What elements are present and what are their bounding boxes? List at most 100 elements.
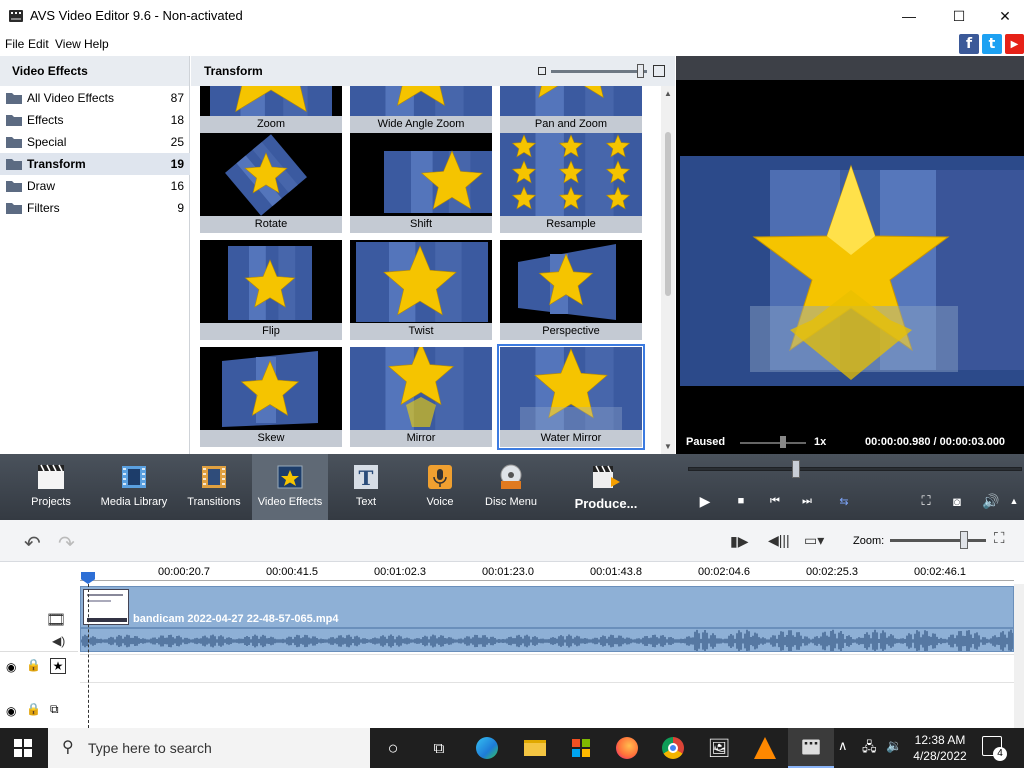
firefox-icon[interactable] — [604, 728, 650, 768]
timeline-zoom-handle[interactable] — [960, 531, 968, 549]
toolbar-disc-menu-button[interactable]: Disc Menu — [476, 454, 546, 520]
storyboard-toggle-icon[interactable]: ▮▶ — [730, 533, 748, 550]
menu-help[interactable]: Help — [84, 37, 109, 51]
category-draw[interactable]: Draw 16 — [0, 175, 190, 197]
effect-tile-wide-angle-zoom[interactable]: Wide Angle Zoom — [350, 86, 492, 133]
audio-waveform[interactable] — [80, 628, 1014, 652]
youtube-icon[interactable]: ▶ — [1005, 34, 1024, 54]
notification-center-icon[interactable]: 4 — [982, 736, 1007, 761]
effect-tile-mirror[interactable]: Mirror — [350, 347, 492, 447]
overlay-track-header: ◉ 🔒 ⧉ — [0, 698, 78, 726]
next-frame-icon[interactable]: ⏭ — [796, 490, 818, 512]
timeline-ruler[interactable]: 00:00:20.7 00:00:41.5 00:01:02.3 00:01:23.0… — [0, 562, 1024, 584]
system-clock[interactable]: 12:38 AM 4/28/2022 — [910, 732, 970, 764]
redo-icon[interactable]: ↷ — [58, 531, 75, 556]
large-thumbnails-icon[interactable] — [653, 65, 665, 77]
gallery-scrollbar[interactable]: ▲ ▼ — [661, 86, 675, 454]
toolbar-video-effects-button[interactable]: Video Effects — [252, 454, 328, 520]
toolbar-projects-button[interactable]: Projects — [12, 454, 90, 520]
loop-icon[interactable]: ⇆ — [833, 490, 855, 512]
vlc-icon[interactable] — [742, 728, 788, 768]
previous-frame-icon[interactable]: ⏮ — [764, 490, 786, 512]
seek-bar-handle[interactable] — [792, 460, 800, 478]
volume-expand-icon[interactable]: ▲ — [1006, 490, 1022, 512]
star-icon — [277, 465, 303, 489]
ruler-tick-label: 00:02:46.1 — [914, 566, 966, 578]
thumbnail-size-slider[interactable] — [551, 70, 647, 73]
effect-tile-label: Zoom — [200, 116, 342, 133]
fullscreen-icon[interactable]: ⛶ — [915, 490, 937, 512]
facebook-icon[interactable]: f — [959, 34, 979, 54]
video-clip[interactable]: bandicam 2022-04-27 22-48-57-065.mp4 — [80, 586, 1014, 628]
scroll-down-icon[interactable]: ▼ — [664, 442, 672, 451]
speed-slider-handle[interactable] — [780, 436, 786, 448]
microsoft-store-icon[interactable] — [558, 728, 604, 768]
app-logo-icon — [9, 10, 23, 22]
small-thumbnails-icon[interactable] — [538, 67, 546, 75]
twitter-icon[interactable]: t — [982, 34, 1002, 54]
network-icon[interactable]: 🖧 — [862, 738, 877, 760]
toolbar-text-button[interactable]: T Text — [330, 454, 402, 520]
visibility-eye-icon[interactable]: ◉ — [6, 660, 16, 674]
effect-tile-rotate[interactable]: Rotate — [200, 133, 342, 233]
toolbar-voice-button[interactable]: Voice — [404, 454, 476, 520]
gallery-scrollbar-thumb[interactable] — [665, 132, 671, 296]
photos-app-icon[interactable]: 🖼 — [696, 728, 742, 768]
snapshot-icon[interactable]: ◙ — [946, 490, 968, 512]
play-icon[interactable]: ▶ — [694, 490, 716, 512]
task-view-icon[interactable]: ⧉ — [416, 728, 462, 768]
effect-tile-water-mirror[interactable]: Water Mirror — [497, 344, 645, 450]
lock-icon[interactable]: 🔒 — [26, 702, 41, 716]
menu-edit[interactable]: Edit — [28, 37, 49, 51]
effect-tile-shift[interactable]: Shift — [350, 133, 492, 233]
effect-tile-resample[interactable]: Resample — [500, 133, 642, 233]
start-button[interactable] — [0, 728, 46, 768]
menu-view[interactable]: View — [55, 37, 81, 51]
effect-tile-pan-and-zoom[interactable]: Pan and Zoom — [500, 86, 642, 133]
toolbar-transitions-button[interactable]: Transitions — [180, 454, 248, 520]
playhead-marker[interactable] — [81, 572, 95, 584]
taskbar-search-box[interactable]: ⚲ Type here to search — [48, 728, 370, 768]
effect-tile-skew[interactable]: Skew — [200, 347, 342, 447]
show-hidden-icons-icon[interactable]: ∧ — [838, 738, 848, 754]
undo-icon[interactable]: ↶ — [24, 531, 41, 556]
stop-icon[interactable]: ■ — [730, 490, 752, 512]
thumbnail-size-slider-handle[interactable] — [637, 64, 644, 78]
audio-speaker-icon[interactable]: ◀) — [52, 634, 65, 648]
effect-tile-zoom[interactable]: Zoom — [200, 86, 342, 133]
toolbar-media-library-button[interactable]: Media Library — [96, 454, 172, 520]
audio-mixer-icon[interactable]: ◀||| — [768, 532, 790, 549]
fit-to-window-icon[interactable]: ⛶ — [994, 530, 1005, 547]
close-button[interactable]: ✕ — [982, 0, 1024, 32]
category-transform[interactable]: Transform 19 — [0, 153, 190, 175]
ruler-tick-label: 00:00:20.7 — [158, 566, 210, 578]
category-all-video-effects[interactable]: All Video Effects 87 — [0, 87, 190, 109]
scroll-up-icon[interactable]: ▲ — [664, 89, 672, 98]
toolbar-produce-button[interactable]: Produce... — [560, 454, 652, 520]
maximize-button[interactable]: ☐ — [936, 0, 982, 32]
menu-file[interactable]: File — [5, 37, 24, 51]
clock-time: 12:38 AM — [914, 733, 966, 747]
minimize-button[interactable]: — — [886, 0, 932, 32]
timeline-zoom-slider[interactable] — [890, 539, 986, 542]
category-effects[interactable]: Effects 18 — [0, 109, 190, 131]
category-special[interactable]: Special 25 — [0, 131, 190, 153]
timeline-scrollbar[interactable] — [1014, 584, 1024, 728]
effect-tile-flip[interactable]: Flip — [200, 240, 342, 340]
speaker-icon[interactable]: 🔉 — [886, 738, 902, 754]
chrome-icon[interactable] — [650, 728, 696, 768]
lock-icon[interactable]: 🔒 — [26, 658, 41, 672]
seek-bar[interactable] — [688, 467, 1022, 471]
category-filters[interactable]: Filters 9 — [0, 197, 190, 219]
cortana-icon[interactable]: ○ — [370, 728, 416, 768]
speed-slider[interactable] — [740, 442, 806, 444]
avs-video-editor-taskbar-icon[interactable] — [788, 728, 834, 768]
volume-icon[interactable]: 🔊 — [980, 490, 1002, 512]
edge-icon[interactable] — [464, 728, 510, 768]
category-count: 87 — [170, 91, 184, 105]
display-options-icon[interactable]: ▭▾ — [804, 532, 824, 549]
effect-tile-perspective[interactable]: Perspective — [500, 240, 642, 340]
effect-tile-twist[interactable]: Twist — [350, 240, 492, 340]
visibility-eye-icon[interactable]: ◉ — [6, 704, 16, 718]
file-explorer-icon[interactable] — [512, 728, 558, 768]
